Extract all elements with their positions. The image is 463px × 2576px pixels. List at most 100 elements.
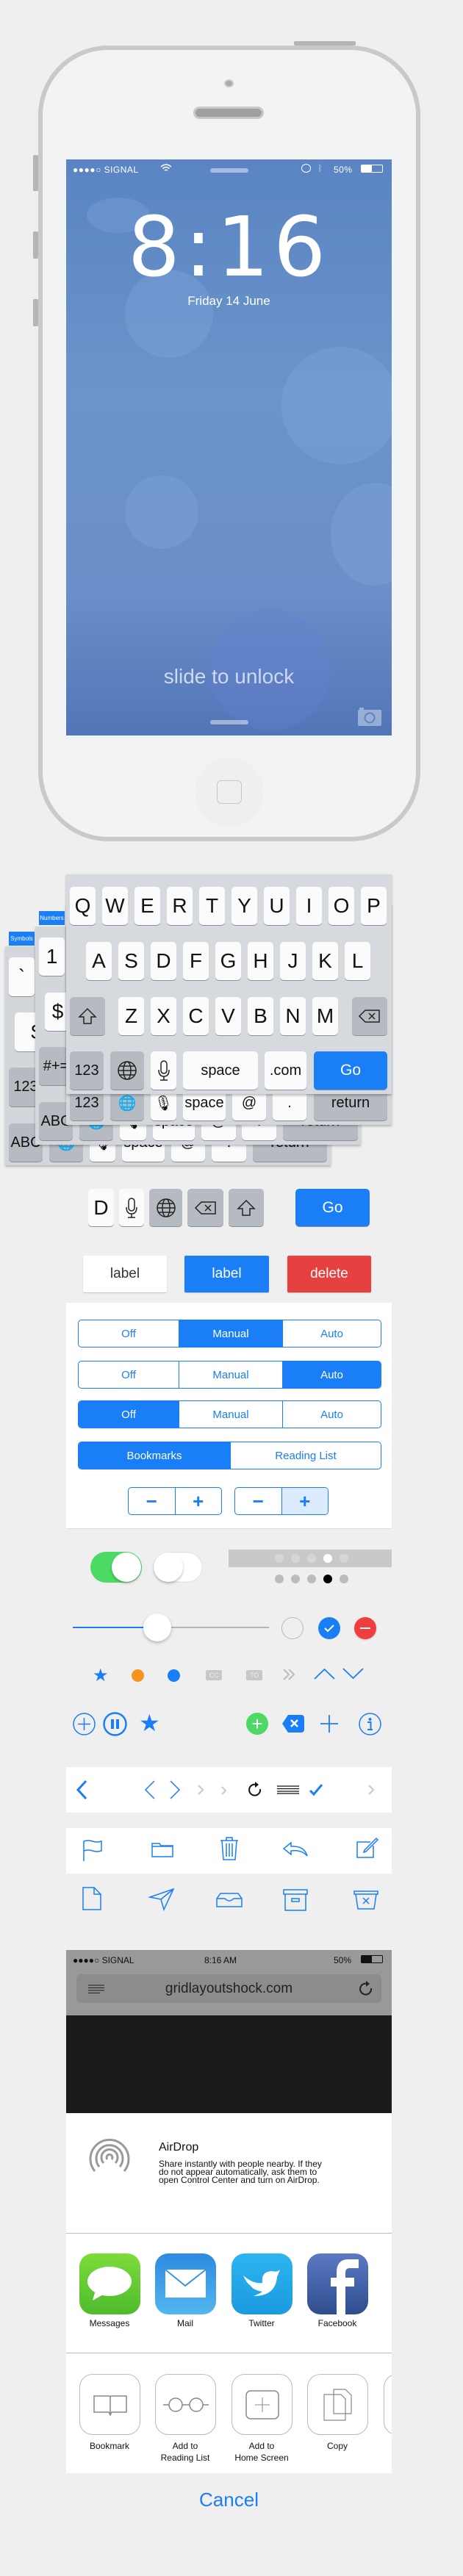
checkmark-circle-icon[interactable] bbox=[318, 1617, 340, 1639]
volume-up-button[interactable] bbox=[33, 231, 38, 259]
mail-app-icon[interactable] bbox=[155, 2253, 216, 2314]
stepper-increment[interactable]: + bbox=[174, 1488, 222, 1514]
page-dot[interactable] bbox=[307, 1554, 316, 1563]
segment-bookmarks[interactable]: Bookmarks bbox=[79, 1442, 230, 1469]
stepper-decrement[interactable]: − bbox=[235, 1488, 281, 1514]
slide-to-unlock[interactable]: slide to unlock bbox=[66, 665, 392, 688]
chevron-down-icon[interactable] bbox=[342, 1668, 364, 1683]
delete-key[interactable] bbox=[352, 997, 387, 1035]
page-dot[interactable] bbox=[275, 1575, 284, 1583]
mic-key[interactable] bbox=[119, 1189, 144, 1226]
key-d[interactable]: D bbox=[88, 1189, 114, 1226]
flag-icon[interactable] bbox=[82, 1839, 103, 1865]
key-a[interactable]: A bbox=[86, 942, 112, 980]
page-dot[interactable] bbox=[323, 1575, 332, 1583]
send-icon[interactable] bbox=[148, 1888, 175, 1914]
key-backtick[interactable]: ` bbox=[9, 957, 35, 996]
plus-icon[interactable] bbox=[320, 1715, 338, 1736]
segment-reading-list[interactable]: Reading List bbox=[230, 1442, 381, 1469]
numbers-tab[interactable]: Numbers bbox=[39, 911, 65, 925]
key-v[interactable]: V bbox=[215, 997, 241, 1035]
segment-auto[interactable]: Auto bbox=[282, 1361, 381, 1388]
go-key[interactable]: Go bbox=[295, 1189, 370, 1226]
key-c[interactable]: C bbox=[183, 997, 209, 1035]
key-i[interactable]: I bbox=[296, 887, 322, 925]
key-j[interactable]: J bbox=[280, 942, 306, 980]
add-circle-icon[interactable] bbox=[73, 1713, 96, 1739]
reading-list-action[interactable] bbox=[155, 2374, 216, 2435]
key-g[interactable]: G bbox=[215, 942, 241, 980]
key-m[interactable]: M bbox=[312, 997, 338, 1035]
reload-icon[interactable] bbox=[359, 1981, 374, 2001]
address-bar[interactable]: gridlayoutshock.com bbox=[76, 1974, 381, 2003]
archive-box-icon[interactable] bbox=[283, 1889, 308, 1915]
twitter-app-icon[interactable] bbox=[232, 2253, 292, 2314]
segment-manual[interactable]: Manual bbox=[179, 1361, 282, 1388]
page-dot[interactable] bbox=[340, 1575, 348, 1583]
key-f[interactable]: F bbox=[183, 942, 209, 980]
delete-button[interactable]: delete bbox=[287, 1256, 371, 1292]
segment-off[interactable]: Off bbox=[79, 1320, 179, 1347]
shift-key[interactable] bbox=[229, 1189, 264, 1226]
key-one[interactable]: 1 bbox=[39, 938, 65, 976]
control-center-grabber[interactable] bbox=[210, 720, 248, 724]
segment-manual[interactable]: Manual bbox=[179, 1320, 282, 1347]
go-key[interactable]: Go bbox=[314, 1051, 387, 1090]
segment-off[interactable]: Off bbox=[79, 1361, 179, 1388]
segment-auto[interactable]: Auto bbox=[282, 1320, 381, 1347]
key-s[interactable]: S bbox=[118, 942, 144, 980]
chevron-up-icon[interactable] bbox=[314, 1668, 335, 1683]
add-green-icon[interactable]: + bbox=[246, 1713, 268, 1735]
shift-key[interactable] bbox=[70, 997, 105, 1035]
key-h[interactable]: H bbox=[248, 942, 273, 980]
key-z[interactable]: Z bbox=[118, 997, 144, 1035]
cancel-button[interactable]: Cancel bbox=[66, 2473, 392, 2527]
home-button[interactable] bbox=[195, 758, 264, 827]
symbols-tab[interactable]: Symbols bbox=[9, 932, 35, 946]
toggle-on[interactable] bbox=[90, 1552, 142, 1583]
minus-circle-icon[interactable] bbox=[354, 1617, 376, 1639]
key-w[interactable]: W bbox=[102, 887, 128, 925]
bookmark-action[interactable] bbox=[79, 2374, 140, 2435]
key-p[interactable]: P bbox=[361, 887, 387, 925]
key-u[interactable]: U bbox=[264, 887, 290, 925]
reorder-icon[interactable] bbox=[277, 1785, 299, 1798]
mic-key[interactable] bbox=[151, 1051, 176, 1090]
key-n[interactable]: N bbox=[280, 997, 306, 1035]
refresh-icon[interactable] bbox=[248, 1782, 263, 1802]
unchecked-circle[interactable] bbox=[281, 1617, 304, 1639]
reply-icon[interactable] bbox=[282, 1841, 309, 1861]
key-space[interactable]: space bbox=[183, 1051, 258, 1090]
page-dot[interactable] bbox=[307, 1575, 316, 1583]
toggle-off[interactable] bbox=[153, 1552, 203, 1583]
segment-manual[interactable]: Manual bbox=[179, 1401, 282, 1428]
volume-down-button[interactable] bbox=[33, 299, 38, 326]
page-dot[interactable] bbox=[291, 1554, 300, 1563]
inbox-tray-icon[interactable] bbox=[216, 1893, 243, 1911]
star-filled-icon[interactable]: ★ bbox=[139, 1710, 160, 1735]
segment-auto[interactable]: Auto bbox=[282, 1401, 381, 1428]
page-dot[interactable] bbox=[291, 1575, 300, 1583]
document-icon[interactable] bbox=[82, 1887, 101, 1914]
trash-icon[interactable] bbox=[220, 1837, 239, 1864]
copy-action[interactable] bbox=[307, 2374, 368, 2435]
junk-box-icon[interactable] bbox=[353, 1890, 378, 1913]
more-action[interactable] bbox=[384, 2374, 392, 2435]
add-to-home-screen-action[interactable] bbox=[232, 2374, 292, 2435]
key-r[interactable]: R bbox=[167, 887, 193, 925]
key-b[interactable]: B bbox=[248, 997, 273, 1035]
key-k[interactable]: K bbox=[312, 942, 338, 980]
key-t[interactable]: T bbox=[199, 887, 225, 925]
compose-icon[interactable] bbox=[356, 1837, 379, 1863]
mute-switch[interactable] bbox=[33, 155, 38, 191]
globe-key[interactable] bbox=[149, 1189, 182, 1226]
key-y[interactable]: Y bbox=[232, 887, 257, 925]
camera-icon[interactable] bbox=[357, 706, 382, 730]
primary-button[interactable]: label bbox=[184, 1256, 269, 1292]
page-dot[interactable] bbox=[275, 1554, 284, 1563]
folder-icon[interactable] bbox=[151, 1841, 173, 1861]
facebook-app-icon[interactable] bbox=[307, 2253, 368, 2314]
slider-thumb[interactable] bbox=[143, 1613, 171, 1641]
page-dot[interactable] bbox=[323, 1554, 332, 1563]
clear-text-icon[interactable] bbox=[282, 1713, 306, 1738]
